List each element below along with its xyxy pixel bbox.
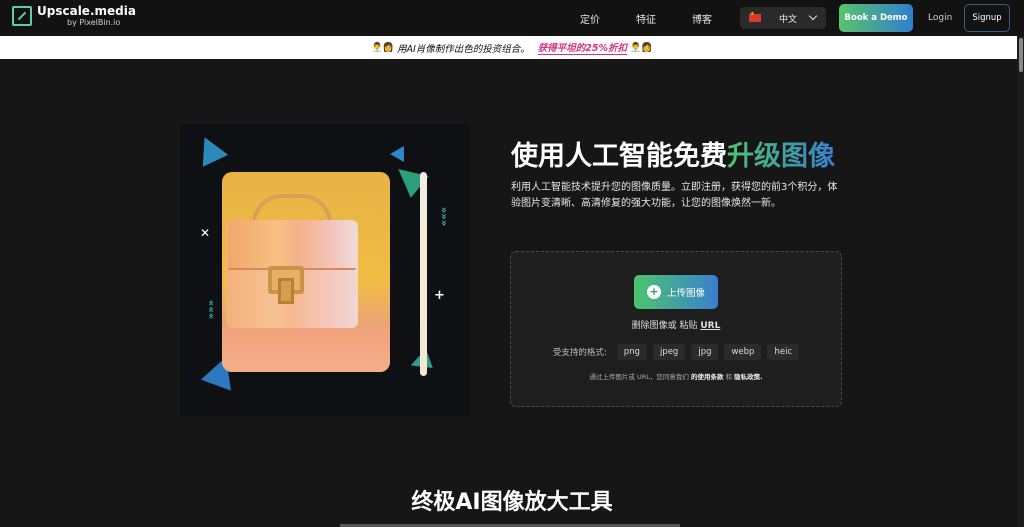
compare-slider-handle bbox=[420, 172, 427, 376]
paste-url-link[interactable]: URL bbox=[700, 321, 720, 331]
hero-title-plain: 使用人工智能免费 bbox=[511, 141, 727, 172]
signup-button[interactable]: Signup bbox=[964, 4, 1010, 32]
hero-title-accent: 升级图像 bbox=[727, 141, 835, 172]
nav-links: 定价 特征 博客 bbox=[580, 0, 712, 36]
logo-icon bbox=[12, 6, 32, 26]
scrollbar-thumb[interactable] bbox=[1019, 38, 1023, 72]
promo-text: 用AI肖像制作出色的投资组合。 bbox=[396, 43, 530, 55]
avatar-emoji-icon: 👨‍💼👩 bbox=[630, 42, 653, 53]
logo-title: Upscale.media bbox=[37, 4, 136, 18]
login-link[interactable]: Login bbox=[928, 0, 952, 36]
upload-image-button[interactable]: + 上传图像 bbox=[634, 275, 718, 309]
privacy-policy-link[interactable]: 隐私政策. bbox=[734, 373, 762, 381]
handbag-photo bbox=[222, 172, 390, 372]
hero-title: 使用人工智能免费升级图像 bbox=[511, 134, 835, 173]
nav-link-features[interactable]: 特征 bbox=[636, 11, 656, 26]
paste-hint-text: 删除图像或 粘贴 bbox=[631, 321, 698, 331]
decorative-triangle bbox=[390, 146, 404, 162]
terms-of-use-link[interactable]: 的使用条款 bbox=[691, 373, 724, 381]
book-demo-button[interactable]: Book a Demo bbox=[839, 4, 913, 32]
plus-circle-icon: + bbox=[646, 285, 661, 299]
language-select[interactable]: 中文 bbox=[740, 7, 826, 29]
section-title: 终极AI图像放大工具 bbox=[411, 490, 613, 515]
section-subtitle-partial bbox=[340, 520, 680, 527]
format-badge: heic bbox=[767, 344, 800, 360]
format-badge: jpg bbox=[691, 344, 719, 360]
avatar-emoji-icon: 👨‍💼👩 bbox=[371, 42, 394, 53]
format-badge: png bbox=[616, 344, 647, 360]
china-flag-icon bbox=[749, 11, 761, 22]
promo-discount-link[interactable]: 获得平坦的25%折扣 bbox=[537, 40, 628, 55]
plus-mark-icon: + bbox=[434, 288, 445, 303]
format-badge: jpeg bbox=[652, 344, 686, 360]
language-label: 中文 bbox=[779, 14, 798, 25]
upload-button-label: 上传图像 bbox=[666, 288, 705, 299]
format-badge: webp bbox=[724, 344, 762, 360]
chevrons-icon: »»» bbox=[438, 206, 450, 227]
chevron-down-icon bbox=[808, 11, 818, 21]
terms-text: 通过上传图片或 URL，您同意我们 bbox=[589, 373, 689, 381]
nav-link-pricing[interactable]: 定价 bbox=[580, 11, 600, 26]
hero-description: 利用人工智能技术提升您的图像质量。立即注册，获得您的前3个积分，体验图片变清晰、… bbox=[511, 182, 838, 209]
top-nav: Upscale.media by PixelBin.io 定价 特征 博客 中文… bbox=[0, 0, 1024, 36]
close-mark-icon: ✕ bbox=[200, 226, 211, 240]
nav-link-blog[interactable]: 博客 bbox=[692, 11, 712, 26]
supported-formats: 受支持的格式: png jpeg jpg webp heic bbox=[510, 344, 842, 360]
paste-hint: 删除图像或 粘贴 URL bbox=[510, 318, 842, 331]
formats-label: 受支持的格式: bbox=[552, 348, 607, 358]
logo[interactable]: Upscale.media by PixelBin.io bbox=[12, 5, 136, 27]
promo-banner: 👨‍💼👩 用AI肖像制作出色的投资组合。 获得平坦的25%折扣 👨‍💼👩 bbox=[0, 36, 1024, 59]
scrollbar[interactable] bbox=[1017, 36, 1024, 527]
chevrons-icon: »»» bbox=[206, 299, 218, 320]
terms-notice: 通过上传图片或 URL，您同意我们 的使用条款 和 隐私政策. bbox=[510, 371, 842, 381]
terms-and-text: 和 bbox=[725, 373, 733, 381]
logo-subtitle: by PixelBin.io bbox=[67, 18, 121, 27]
